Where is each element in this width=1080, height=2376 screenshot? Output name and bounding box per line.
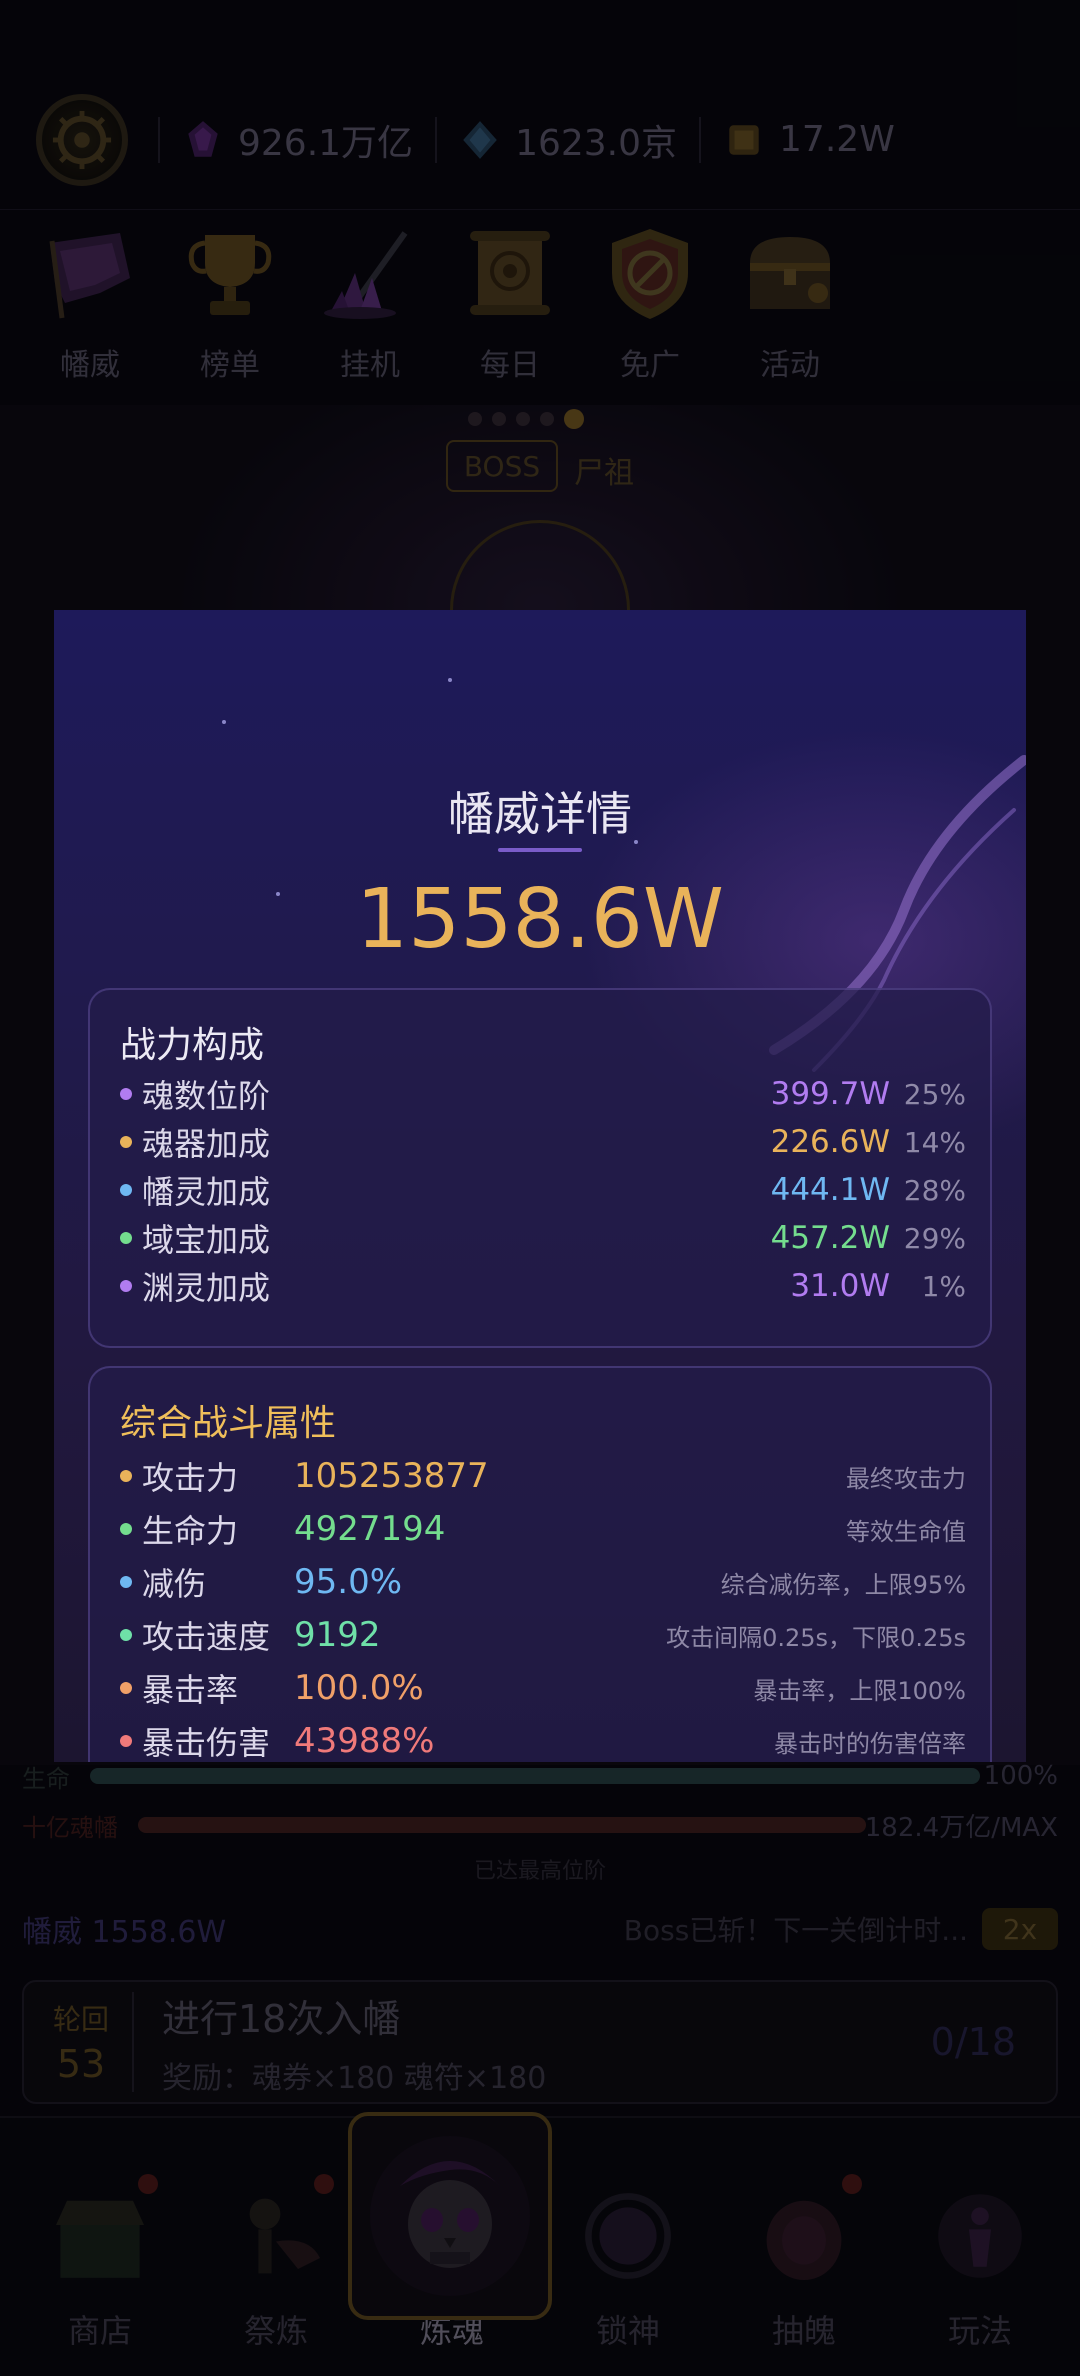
attribute-label: 暴击率 [142,1671,239,1709]
attribute-description: 等效生命值 [846,1517,966,1546]
composition-amount: 31.0W [790,1268,890,1304]
combat-attributes-panel: 综合战斗属性 攻击力 105253877 最终攻击力 生命力 4927194 等… [88,1366,992,1762]
composition-row: 魂器加成 226.6W 14% [120,1120,966,1164]
bullet-dot [120,1232,132,1244]
composition-label: 幡灵加成 [142,1173,271,1211]
attribute-label: 暴击伤害 [142,1724,271,1762]
bullet-dot [120,1088,132,1100]
total-power-value: 1558.6W [356,872,724,967]
attribute-value: 4927194 [294,1509,446,1549]
attribute-description: 综合减伤率，上限95% [720,1570,966,1599]
star-sparkle [222,720,226,724]
composition-label: 魂数位阶 [142,1077,271,1115]
attribute-description: 暴击率，上限100% [753,1676,966,1705]
composition-percent: 28% [903,1173,966,1207]
attribute-row: 生命力 4927194 等效生命值 [120,1505,966,1553]
panel-title: 综合战斗属性 [120,1403,337,1444]
composition-row: 域宝加成 457.2W 29% [120,1216,966,1260]
attribute-description: 最终攻击力 [846,1464,966,1493]
composition-amount: 457.2W [770,1220,890,1256]
power-composition-panel: 战力构成 魂数位阶 399.7W 25% 魂器加成 226.6W 14% 幡灵加… [88,988,992,1348]
panel-title: 战力构成 [120,1025,265,1066]
attribute-row: 攻击速度 9192 攻击间隔0.25s，下限0.25s [120,1611,966,1659]
attribute-value: 9192 [294,1615,381,1655]
attribute-row: 减伤 95.0% 综合减伤率，上限95% [120,1558,966,1606]
composition-label: 渊灵加成 [142,1269,271,1307]
attribute-value: 100.0% [294,1668,424,1708]
composition-amount: 399.7W [770,1076,890,1112]
attribute-label: 减伤 [142,1565,207,1603]
attribute-label: 攻击力 [142,1459,239,1497]
bullet-dot [120,1184,132,1196]
bullet-dot [120,1629,132,1641]
composition-percent: 14% [903,1125,966,1159]
title-underline [498,848,582,852]
modal-title: 幡威详情 [448,787,632,841]
composition-label: 魂器加成 [142,1125,271,1163]
composition-amount: 226.6W [770,1124,890,1160]
attribute-row: 暴击伤害 43988% 暴击时的伤害倍率 [120,1717,966,1762]
composition-percent: 25% [903,1077,966,1111]
star-sparkle [448,678,452,682]
bullet-dot [120,1735,132,1747]
composition-percent: 1% [921,1269,966,1303]
composition-row: 渊灵加成 31.0W 1% [120,1264,966,1308]
bullet-dot [120,1682,132,1694]
attribute-row: 攻击力 105253877 最终攻击力 [120,1452,966,1500]
bullet-dot [120,1576,132,1588]
banner-power-detail-modal: 幡威详情 1558.6W 战力构成 魂数位阶 399.7W 25% 魂器加成 2… [54,610,1026,1762]
composition-amount: 444.1W [770,1172,890,1208]
attribute-value: 105253877 [294,1456,489,1496]
attribute-value: 95.0% [294,1562,403,1602]
attribute-value: 43988% [294,1721,435,1761]
composition-row: 魂数位阶 399.7W 25% [120,1072,966,1116]
attribute-description: 暴击时的伤害倍率 [774,1729,966,1758]
bullet-dot [120,1280,132,1292]
bullet-dot [120,1136,132,1148]
attribute-label: 生命力 [142,1512,239,1550]
attribute-row: 暴击率 100.0% 暴击率，上限100% [120,1664,966,1712]
attribute-description: 攻击间隔0.25s，下限0.25s [666,1623,966,1652]
attribute-label: 攻击速度 [142,1618,271,1656]
composition-label: 域宝加成 [142,1221,271,1259]
bullet-dot [120,1470,132,1482]
bullet-dot [120,1523,132,1535]
composition-percent: 29% [903,1221,966,1255]
composition-row: 幡灵加成 444.1W 28% [120,1168,966,1212]
